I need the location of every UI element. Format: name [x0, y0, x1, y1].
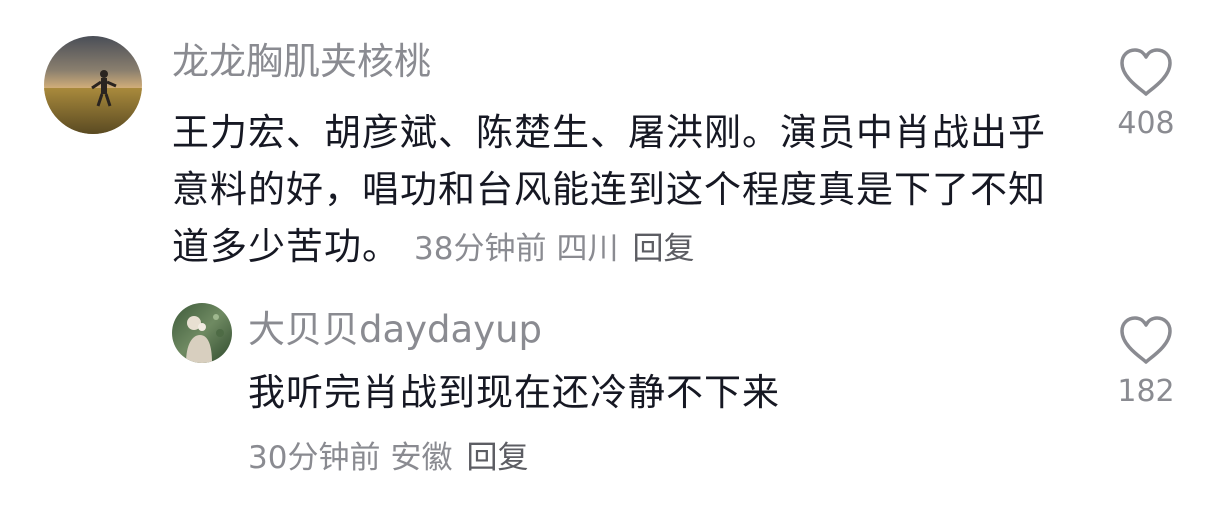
avatar-image: [44, 36, 142, 134]
like-button[interactable]: 408: [1106, 46, 1186, 144]
heart-outline-icon: [1120, 48, 1172, 96]
reply-meta: 30分钟前 安徽 回复: [248, 434, 528, 482]
reply-time: 30分钟前: [248, 440, 381, 476]
like-count: 408: [1117, 106, 1175, 141]
reply-button[interactable]: 回复: [632, 231, 694, 267]
reply-to-reply-button[interactable]: 回复: [466, 440, 528, 476]
commenter-username[interactable]: 龙龙胸肌夹核桃: [172, 38, 431, 86]
reply-text: 我听完肖战到现在还冷静不下来: [248, 371, 780, 414]
heart-outline-icon: [1120, 316, 1172, 364]
comment-body: 王力宏、胡彦斌、陈楚生、屠洪刚。演员中肖战出乎意料的好，唱功和台风能连到这个程度…: [172, 104, 1072, 278]
reply-body: 我听完肖战到现在还冷静不下来: [248, 364, 1068, 421]
reply-like-count: 182: [1117, 374, 1175, 409]
comment-time: 38分钟前: [414, 231, 547, 267]
avatar-image: [172, 303, 232, 363]
replier-username[interactable]: 大贝贝daydayup: [248, 306, 542, 354]
reply-location: 安徽: [390, 440, 453, 476]
reply-like-button[interactable]: 182: [1106, 314, 1186, 412]
comment-location: 四川: [556, 231, 619, 267]
replier-avatar[interactable]: [172, 303, 232, 363]
comment-meta: 38分钟前 四川 回复: [414, 231, 694, 267]
commenter-avatar[interactable]: [44, 36, 142, 134]
